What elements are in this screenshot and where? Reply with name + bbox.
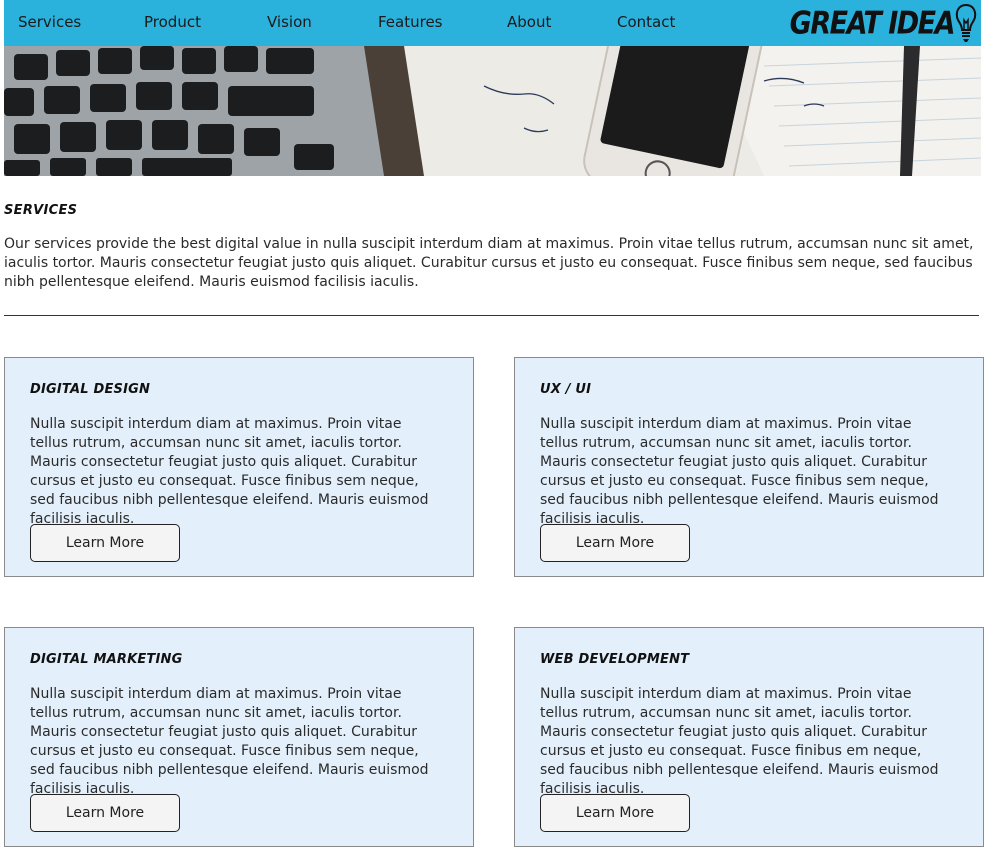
- section-title: Services: [4, 203, 78, 218]
- card-text: Nulla suscipit interdum diam at maximus.…: [540, 686, 939, 797]
- card-text: Nulla suscipit interdum diam at maximus.…: [30, 416, 429, 527]
- card-text: Nulla suscipit interdum diam at maximus.…: [540, 416, 939, 527]
- nav-item-vision[interactable]: Vision: [267, 13, 312, 31]
- card-title: Digital Design: [30, 382, 151, 397]
- learn-more-button[interactable]: Learn More: [540, 794, 690, 832]
- nav-item-product[interactable]: Product: [144, 13, 201, 31]
- learn-more-button[interactable]: Learn More: [540, 524, 690, 562]
- logo-text: GREAT IDEA: [789, 5, 956, 41]
- nav-item-about[interactable]: About: [507, 13, 551, 31]
- card-web-development: Web Development Nulla suscipit interdum …: [514, 627, 984, 847]
- logo[interactable]: GREAT IDEA: [790, 2, 977, 44]
- nav-item-contact[interactable]: Contact: [617, 13, 675, 31]
- card-text: Nulla suscipit interdum diam at maximus.…: [30, 686, 429, 797]
- card-title: Digital Marketing: [30, 652, 183, 667]
- card-digital-design: Digital Design Nulla suscipit interdum d…: [4, 357, 474, 577]
- card-title: UX / UI: [540, 382, 592, 397]
- hero-image: [4, 46, 981, 176]
- card-digital-marketing: Digital Marketing Nulla suscipit interdu…: [4, 627, 474, 847]
- card-ux-ui: UX / UI Nulla suscipit interdum diam at …: [514, 357, 984, 577]
- learn-more-button[interactable]: Learn More: [30, 524, 180, 562]
- nav-item-features[interactable]: Features: [378, 13, 443, 31]
- hero-photo: [4, 46, 981, 176]
- intro-text: Our services provide the best digital va…: [4, 236, 974, 290]
- nav-item-services[interactable]: Services: [18, 13, 81, 31]
- top-nav: Services Product Vision Features About C…: [4, 0, 981, 46]
- card-title: Web Development: [540, 652, 690, 667]
- divider: [4, 315, 979, 316]
- learn-more-button[interactable]: Learn More: [30, 794, 180, 832]
- lightbulb-icon: [955, 3, 977, 42]
